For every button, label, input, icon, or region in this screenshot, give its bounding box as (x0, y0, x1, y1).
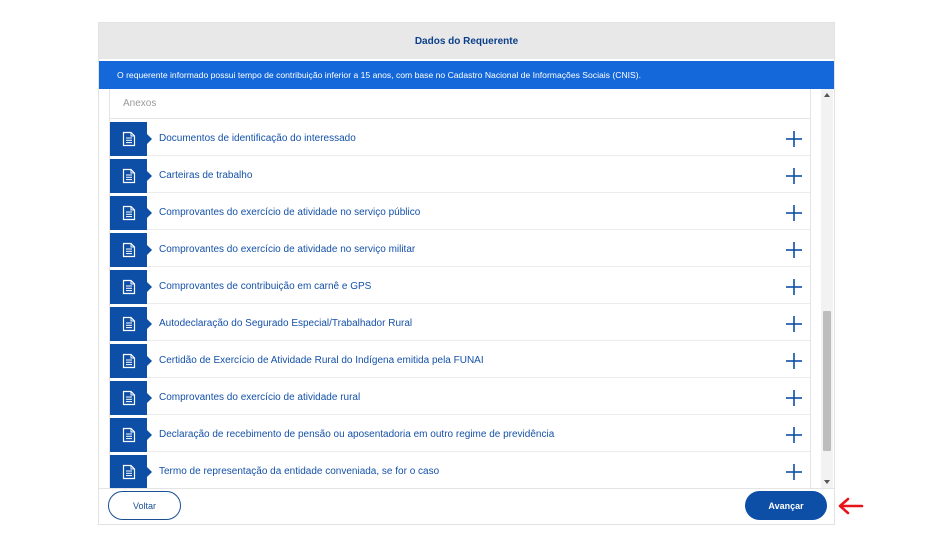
document-icon-box (110, 454, 152, 488)
attachments-section: Anexos Documentos de identificação do in… (109, 89, 811, 488)
next-button[interactable]: Avançar (745, 491, 827, 520)
attachment-item[interactable]: Comprovantes do exercício de atividade n… (110, 195, 810, 230)
plus-icon[interactable] (786, 205, 802, 221)
scroll-down-arrow-icon[interactable] (824, 480, 830, 484)
document-icon (122, 353, 135, 368)
plus-icon[interactable] (786, 242, 802, 258)
attachment-label: Declaração de recebimento de pensão ou a… (159, 429, 555, 440)
attachment-label: Autodeclaração do Segurado Especial/Trab… (159, 318, 413, 329)
plus-icon[interactable] (786, 390, 802, 406)
plus-icon[interactable] (786, 316, 802, 332)
plus-icon[interactable] (786, 353, 802, 369)
plus-icon[interactable] (786, 168, 802, 184)
document-icon-box (110, 417, 152, 452)
attachments-section-title: Anexos (110, 89, 810, 119)
attachment-item[interactable]: Carteiras de trabalho (110, 158, 810, 193)
notice-text: O requerente informado possui tempo de c… (117, 70, 642, 80)
requester-panel: Dados do Requerente O requerente informa… (98, 22, 835, 525)
panel-title: Dados do Requerente (414, 35, 519, 47)
plus-icon[interactable] (786, 131, 802, 147)
back-button[interactable]: Voltar (108, 491, 181, 520)
attachment-label: Comprovantes de contribuição em carnê e … (159, 281, 372, 292)
document-icon (122, 131, 135, 146)
attachment-item[interactable]: Autodeclaração do Segurado Especial/Trab… (110, 306, 810, 341)
attachment-label: Carteiras de trabalho (159, 170, 253, 181)
document-icon-box (110, 269, 152, 304)
document-icon (122, 316, 135, 331)
document-icon (122, 427, 135, 442)
document-icon (122, 390, 135, 405)
panel-header: Dados do Requerente (99, 23, 834, 59)
document-icon (122, 205, 135, 220)
scroll-up-arrow-icon[interactable] (824, 93, 830, 97)
document-icon-box (110, 343, 152, 378)
attachment-label: Certidão de Exercício de Atividade Rural… (159, 355, 484, 366)
scrollbar[interactable] (821, 89, 833, 488)
attachment-item[interactable]: Declaração de recebimento de pensão ou a… (110, 417, 810, 452)
document-icon-box (110, 121, 152, 156)
plus-icon[interactable] (786, 427, 802, 443)
attachment-item[interactable]: Certidão de Exercício de Atividade Rural… (110, 343, 810, 378)
attachment-label: Termo de representação da entidade conve… (159, 466, 440, 477)
attachments-scroll-area[interactable]: Anexos Documentos de identificação do in… (99, 89, 834, 488)
red-arrow-icon (838, 497, 864, 515)
document-icon (122, 464, 135, 479)
attachment-label: Comprovantes do exercício de atividade r… (159, 392, 361, 403)
attachment-label: Comprovantes do exercício de atividade n… (159, 244, 416, 255)
document-icon (122, 242, 135, 257)
cnis-notice-banner: O requerente informado possui tempo de c… (99, 61, 834, 89)
plus-icon[interactable] (786, 279, 802, 295)
footer-divider (99, 488, 834, 489)
document-icon-box (110, 380, 152, 415)
document-icon (122, 279, 135, 294)
attachment-label: Comprovantes do exercício de atividade n… (159, 207, 421, 218)
attachment-item[interactable]: Comprovantes do exercício de atividade n… (110, 232, 810, 267)
plus-icon[interactable] (786, 464, 802, 480)
document-icon-box (110, 195, 152, 230)
document-icon (122, 168, 135, 183)
document-icon-box (110, 232, 152, 267)
document-icon-box (110, 158, 152, 193)
attachments-list: Documentos de identificação do interessa… (110, 121, 810, 488)
attachment-item[interactable]: Comprovantes do exercício de atividade r… (110, 380, 810, 415)
attachment-label: Documentos de identificação do interessa… (159, 133, 356, 144)
attachment-item[interactable]: Termo de representação da entidade conve… (110, 454, 810, 488)
attachment-item[interactable]: Documentos de identificação do interessa… (110, 121, 810, 156)
scrollbar-thumb[interactable] (823, 311, 831, 451)
document-icon-box (110, 306, 152, 341)
attachment-item[interactable]: Comprovantes de contribuição em carnê e … (110, 269, 810, 304)
